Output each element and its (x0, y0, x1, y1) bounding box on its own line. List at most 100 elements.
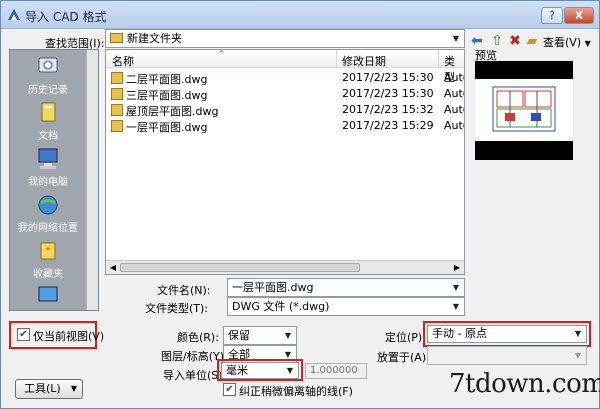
units-factor-input[interactable]: 1.000000 (305, 363, 367, 379)
file-date: 2017/2/23 15:30 (342, 71, 434, 84)
position-select[interactable]: 手动 - 原点 ▼ (427, 325, 587, 343)
file-list-header: 名称 ^ 修改日期 类型 (106, 49, 464, 84)
place-at-label: 放置于(A): (377, 351, 430, 364)
file-type: Autc (444, 87, 464, 100)
sort-arrow-icon: ^ (218, 49, 225, 58)
column-separator (336, 50, 337, 68)
place-label: 收藏夹 (33, 269, 63, 280)
file-row[interactable]: 屋顶层平面图.dwg 2017/2/23 15:32 Autc (106, 102, 464, 118)
place-documents[interactable]: 文档 (10, 102, 86, 142)
chevron-down-icon: ▼ (452, 302, 460, 311)
units-factor-input: 1.000000 (310, 365, 358, 376)
floor-plan-thumbnail (492, 86, 556, 132)
file-name: 屋顶层平面图.dwg (126, 105, 219, 118)
units-select[interactable]: 毫米 ▼ (221, 362, 299, 379)
column-name[interactable]: 名称 (112, 53, 134, 69)
column-date[interactable]: 修改日期 (342, 53, 386, 69)
dwg-file-icon (111, 88, 123, 100)
place-label: 我的网络位置 (18, 223, 78, 234)
documents-icon (41, 102, 56, 122)
file-type-select: DWG 文件 (*.dwg) (232, 300, 330, 313)
color-label: 颜色(R): (177, 331, 219, 344)
place-at-select[interactable]: ▼ (427, 346, 587, 365)
file-name: 二层平面图.dwg (126, 73, 208, 86)
chevron-down-icon: ▼ (574, 351, 582, 360)
file-name-label: 文件名(N): (157, 284, 211, 297)
correct-lines-label: 纠正稍微偏离轴的线(F) (239, 385, 353, 398)
file-type-label: 文件类型(T): (145, 302, 209, 315)
file-date: 2017/2/23 15:29 (342, 119, 434, 132)
file-row[interactable]: 一层平面图.dwg 2017/2/23 15:29 Autc (106, 118, 464, 134)
favorites-icon (40, 242, 56, 260)
place-my-computer[interactable]: 我的电脑 (10, 148, 86, 188)
file-row[interactable]: 三层平面图.dwg 2017/2/23 15:30 Autc (106, 86, 464, 102)
file-date: 2017/2/23 15:30 (342, 87, 434, 100)
title-bar[interactable]: 导入 CAD 格式 ? X (1, 1, 599, 29)
current-view-only-label: 仅当前视图(V) (33, 330, 105, 343)
file-name: 三层平面图.dwg (126, 89, 208, 102)
column-separator (438, 50, 439, 68)
preview-pane (475, 61, 573, 160)
place-label: 历史记录 (28, 85, 68, 96)
file-type-select[interactable]: DWG 文件 (*.dwg) ▼ (227, 297, 465, 316)
chevron-down-icon: ▼ (452, 283, 460, 292)
chevron-down-icon: ▼ (70, 384, 77, 393)
file-row[interactable]: 二层平面图.dwg 2017/2/23 15:30 Autc (106, 70, 464, 86)
places-bar: 历史记录 文档 我的电脑 我的网络位置 收藏夹 (9, 49, 99, 311)
file-list: 名称 ^ 修改日期 类型 二层平面图.dwg 2017/2/23 15:30 A… (105, 49, 465, 275)
chevron-down-icon: ▼ (584, 39, 591, 48)
site-watermark: 7tdown.com (449, 369, 600, 399)
view-menu-label: 查看(V) (543, 36, 582, 49)
help-button[interactable]: ? (541, 7, 563, 24)
history-icon (38, 57, 58, 73)
revit-app-icon (8, 9, 20, 20)
look-in-combo[interactable]: 新建文件夹 ▼ (105, 29, 465, 48)
chevron-down-icon: ▼ (452, 34, 460, 43)
file-type: Autc (444, 103, 464, 116)
color-select[interactable]: 保留 ▼ (223, 326, 297, 345)
places-scrollbar[interactable] (86, 50, 98, 310)
folder-icon (110, 33, 123, 43)
new-folder-icon[interactable]: ▰ (524, 33, 540, 49)
window-title: 导入 CAD 格式 (25, 10, 107, 24)
place-favorites[interactable]: 收藏夹 (10, 240, 86, 280)
units-select: 毫米 (226, 364, 248, 377)
delete-icon[interactable]: ✖ (507, 33, 523, 49)
file-name-input[interactable]: 一层平面图.dwg ▼ (227, 278, 465, 297)
dwg-file-icon (111, 120, 123, 132)
position-label: 定位(P): (385, 331, 426, 344)
current-view-only-checkbox[interactable]: ✔ (17, 328, 30, 341)
correct-lines-checkbox[interactable]: ✔ (223, 383, 236, 396)
preview-pane (475, 79, 573, 141)
scroll-left-icon[interactable]: ◀ (107, 261, 119, 274)
scroll-right-icon[interactable]: ▶ (451, 261, 463, 274)
import-cad-dialog: 导入 CAD 格式 ? X 查找范围(I): 新建文件夹 ▼ ⬅ ⇧ ✖ ▰ 查… (0, 0, 600, 409)
file-type: Autc (444, 71, 464, 84)
network-icon (38, 195, 58, 215)
file-name-input: 一层平面图.dwg (232, 281, 314, 294)
view-menu[interactable]: 查看(V) ▼ (543, 34, 591, 50)
file-date: 2017/2/23 15:32 (342, 103, 434, 116)
dwg-file-icon (111, 104, 123, 116)
close-button[interactable]: X (564, 7, 594, 24)
chevron-down-icon: ▼ (574, 329, 582, 338)
place-label: 我的电脑 (28, 177, 68, 188)
chevron-down-icon: ▼ (284, 331, 292, 340)
scroll-thumb[interactable] (120, 263, 360, 272)
place-desktop[interactable] (10, 286, 86, 310)
chevron-down-icon: ▼ (286, 366, 294, 375)
place-history[interactable]: 历史记录 (10, 56, 86, 96)
file-name: 一层平面图.dwg (126, 121, 208, 134)
color-select: 保留 (228, 329, 250, 342)
file-type: Autc (444, 119, 464, 132)
tools-button[interactable]: 工具(L) ▼ (15, 379, 83, 399)
look-in-value: 新建文件夹 (127, 32, 182, 45)
dwg-file-icon (111, 72, 123, 84)
horizontal-scrollbar[interactable]: ◀ ▶ (106, 260, 464, 274)
computer-icon (38, 148, 58, 169)
place-network[interactable]: 我的网络位置 (10, 194, 86, 234)
position-select: 手动 - 原点 (432, 327, 487, 340)
desktop-icon (38, 286, 58, 302)
place-label: 文档 (38, 131, 58, 142)
tools-button: 工具(L) (24, 382, 61, 395)
